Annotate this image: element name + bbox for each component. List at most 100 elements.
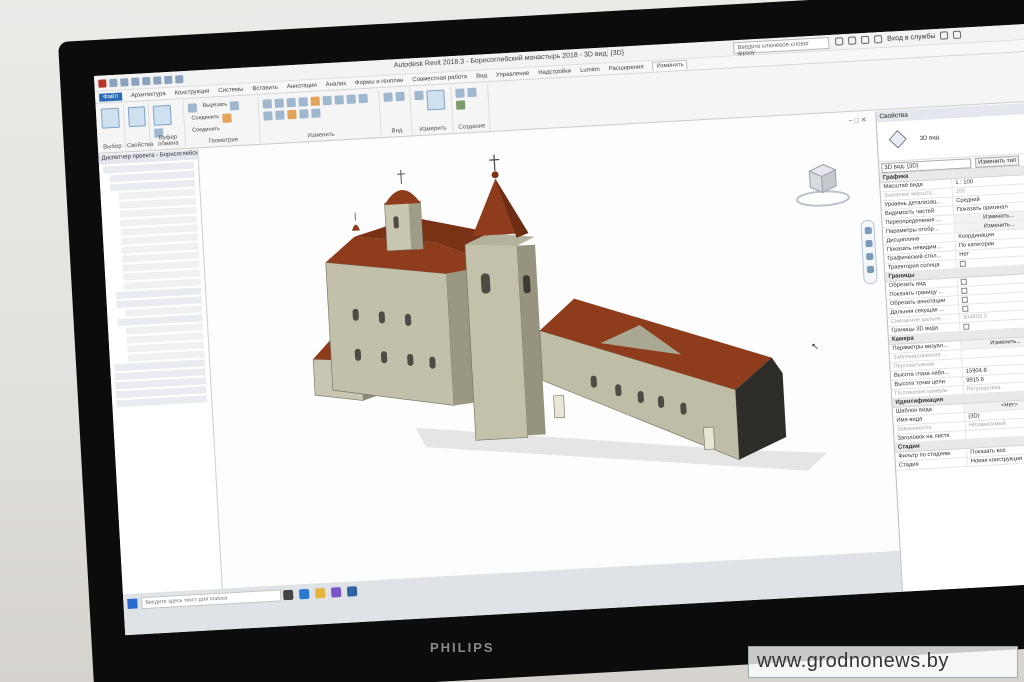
far-clip-checkbox[interactable] xyxy=(962,305,969,312)
cut-button[interactable]: Вырезать xyxy=(200,102,228,113)
undo-icon[interactable] xyxy=(131,77,140,86)
join-button[interactable]: Соединить xyxy=(188,114,219,125)
revit-taskbar-icon[interactable] xyxy=(346,586,358,597)
group-view-label: Вид xyxy=(391,127,403,135)
tab-lumion[interactable]: Lumion xyxy=(580,66,600,73)
properties-icon[interactable] xyxy=(127,106,146,128)
orbit-icon[interactable] xyxy=(866,265,874,274)
array-icon[interactable] xyxy=(263,111,273,121)
user-icon[interactable] xyxy=(873,34,883,44)
navigation-bar[interactable] xyxy=(860,219,878,285)
revit-logo-icon[interactable] xyxy=(98,78,107,88)
tab-modify[interactable]: Изменить xyxy=(652,59,688,71)
open-icon[interactable] xyxy=(109,78,118,87)
connect-button[interactable]: Соединить xyxy=(189,126,220,134)
tab-insert[interactable]: Вставить xyxy=(252,84,278,91)
pin-icon[interactable] xyxy=(299,109,309,119)
modify-arrow-icon[interactable] xyxy=(100,107,120,129)
create-parts-icon[interactable] xyxy=(467,87,477,98)
group-properties-label: Свойства xyxy=(126,141,154,150)
tab-architecture[interactable]: Архитектура xyxy=(131,91,166,99)
tab-systems[interactable]: Системы xyxy=(218,86,243,93)
cope-icon[interactable] xyxy=(187,103,198,113)
tab-manage[interactable]: Управление xyxy=(496,70,530,78)
tab-extensions[interactable]: Расширения xyxy=(609,64,644,72)
split-icon[interactable] xyxy=(310,96,320,106)
task-view-icon[interactable] xyxy=(282,589,294,601)
mouse-cursor-icon: ↖ xyxy=(810,341,819,352)
watermark: www.grodnonews.by xyxy=(748,646,1018,678)
print-icon[interactable] xyxy=(153,75,162,85)
measure-icon[interactable] xyxy=(164,75,173,84)
group-view: Вид xyxy=(380,88,413,137)
3d-viewport[interactable]: − □ ✕ ↖ xyxy=(199,111,899,589)
tab-massing[interactable]: Формы и генплан xyxy=(355,77,404,86)
pan-icon[interactable] xyxy=(865,252,873,261)
rotate-icon[interactable] xyxy=(358,93,368,104)
tab-structure[interactable]: Конструкция xyxy=(174,88,209,96)
church-3d-model[interactable] xyxy=(290,135,828,503)
sun-path-checkbox[interactable] xyxy=(959,260,966,268)
steering-wheel-icon[interactable] xyxy=(864,226,872,235)
trim-icon[interactable] xyxy=(322,95,332,106)
type-name: 3D вид xyxy=(919,134,940,143)
viber-icon[interactable] xyxy=(330,587,342,598)
text-icon[interactable] xyxy=(175,74,184,84)
paste-icon[interactable] xyxy=(152,104,172,126)
paint-icon[interactable] xyxy=(222,113,232,123)
type-selector-preview: 3D вид xyxy=(876,113,1024,163)
binoculars-icon[interactable] xyxy=(834,37,844,46)
windows-start-icon[interactable] xyxy=(127,598,138,609)
3d-view-icon xyxy=(888,130,907,149)
group-measure: Измерить xyxy=(411,86,454,135)
edge-browser-icon[interactable] xyxy=(298,588,310,600)
mirror-draw-icon[interactable] xyxy=(298,97,308,107)
login-link[interactable]: Вход в службы xyxy=(887,33,936,43)
quick-access-toolbar[interactable] xyxy=(94,74,184,88)
tab-analyze[interactable]: Анализ xyxy=(326,80,347,87)
exchange-icon[interactable] xyxy=(847,36,857,45)
hide-icon[interactable] xyxy=(383,92,393,102)
measure-line-icon[interactable] xyxy=(414,90,424,101)
taskbar-search-input[interactable]: Введите здесь текст для поиска xyxy=(141,589,282,610)
star-icon[interactable] xyxy=(860,35,870,45)
scale-icon[interactable] xyxy=(275,110,285,120)
group-clipboard-label: Буфер обмена xyxy=(157,134,179,148)
delete-icon[interactable] xyxy=(287,109,297,120)
annotation-crop-checkbox[interactable] xyxy=(961,296,968,303)
dimension-icon[interactable] xyxy=(426,89,446,111)
create-assembly-icon[interactable] xyxy=(455,88,465,98)
tab-view[interactable]: Вид xyxy=(476,73,487,80)
properties-panel: Свойства 3D вид 3D вид: {3D} Изменить ти… xyxy=(875,102,1024,592)
tab-file[interactable]: Файл xyxy=(98,92,123,102)
group-select-label: Выбор xyxy=(103,143,122,151)
copy-element-icon[interactable] xyxy=(346,94,356,104)
unpin-icon[interactable] xyxy=(311,108,321,118)
monitor-brand-logo: PHILIPS xyxy=(430,640,495,655)
tab-addins[interactable]: Надстройки xyxy=(538,68,571,76)
file-explorer-icon[interactable] xyxy=(314,587,326,599)
override-icon[interactable] xyxy=(395,91,405,102)
section-box-checkbox[interactable] xyxy=(963,323,970,330)
redo-icon[interactable] xyxy=(142,76,151,85)
mirror-axis-icon[interactable] xyxy=(286,97,296,108)
group-create-label: Создание xyxy=(458,123,486,131)
group-measure-label: Измерить xyxy=(419,125,447,133)
create-group-icon[interactable] xyxy=(455,100,466,110)
move-icon[interactable] xyxy=(334,95,344,105)
crop-view-checkbox[interactable] xyxy=(960,278,967,285)
offset-icon[interactable] xyxy=(274,98,285,108)
join-icon[interactable] xyxy=(230,100,240,111)
help-icon[interactable] xyxy=(953,30,962,39)
save-icon[interactable] xyxy=(120,77,129,87)
zoom-icon[interactable] xyxy=(864,239,873,248)
view-window-controls[interactable]: − □ ✕ xyxy=(848,116,866,125)
taskbar-apps xyxy=(282,586,358,601)
cart-icon[interactable] xyxy=(940,31,949,40)
align-icon[interactable] xyxy=(262,99,273,109)
crop-region-visible-checkbox[interactable] xyxy=(961,287,968,294)
tab-collaborate[interactable]: Совместная работа xyxy=(412,74,467,83)
tab-annotate[interactable]: Аннотации xyxy=(287,82,317,90)
group-select: Выбор xyxy=(97,104,127,152)
edit-type-button[interactable]: Изменить тип xyxy=(974,155,1020,168)
